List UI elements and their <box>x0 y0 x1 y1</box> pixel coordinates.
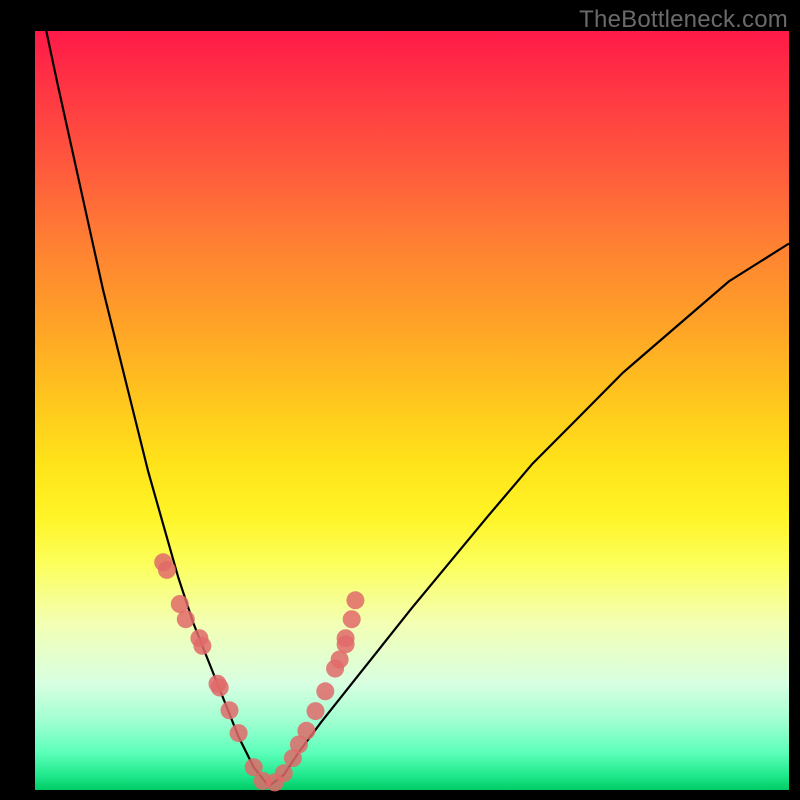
watermark-text: TheBottleneck.com <box>579 6 788 34</box>
chart-svg <box>35 31 789 790</box>
data-point <box>346 591 364 609</box>
data-point <box>177 610 195 628</box>
data-point <box>158 561 176 579</box>
plot-area <box>35 31 789 790</box>
data-point <box>275 764 293 782</box>
data-point <box>230 724 248 742</box>
data-point <box>316 682 334 700</box>
bottleneck-curve <box>46 31 789 786</box>
data-point <box>307 702 325 720</box>
data-point <box>343 610 361 628</box>
data-point <box>337 629 355 647</box>
data-point-group <box>154 553 364 791</box>
data-point <box>211 679 229 697</box>
data-point <box>297 722 315 740</box>
data-point <box>193 637 211 655</box>
data-point <box>221 701 239 719</box>
chart-frame: TheBottleneck.com <box>0 0 800 800</box>
